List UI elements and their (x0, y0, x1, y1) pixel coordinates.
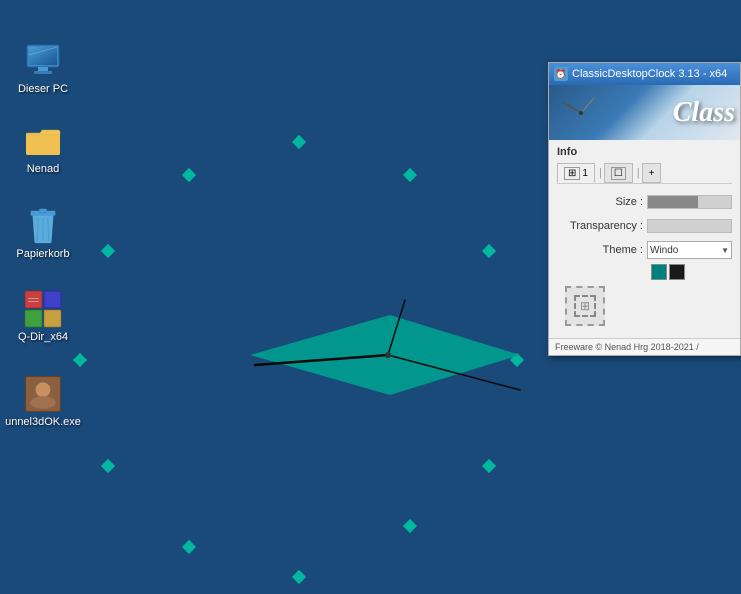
color-swatches (651, 264, 732, 280)
cdc-app-icon: ⏰ (554, 67, 568, 81)
tab-1-label: 1 (582, 168, 588, 179)
transparency-slider[interactable] (647, 219, 732, 233)
desktop-icon-label: Q-Dir_x64 (18, 331, 68, 344)
desktop-icon-qdir[interactable]: Q-Dir_x64 (8, 290, 78, 344)
transparency-field-row: Transparency : (557, 216, 732, 236)
color-swatch-dark[interactable] (669, 264, 685, 280)
desktop-icon-dieser-pc[interactable]: Dieser PC (8, 42, 78, 96)
diamond-decoration (292, 570, 306, 584)
diamond-decoration (403, 168, 417, 182)
funnel-icon (24, 375, 62, 413)
transparency-label: Transparency : (557, 220, 647, 232)
tab-separator-2: | (637, 167, 640, 179)
diamond-decoration (292, 135, 306, 149)
diamond-decoration (403, 519, 417, 533)
desktop-icon-label: Papierkorb (16, 248, 69, 261)
tab-bar: ⊞ 1 | ☐ | + (557, 163, 732, 184)
tab-1[interactable]: ⊞ 1 (557, 163, 595, 183)
diamond-decoration (101, 459, 115, 473)
desktop-icon-label: Nenad (27, 163, 59, 176)
cdc-window: ⏰ ClassicDesktopClock 3.13 - x64 Class I… (548, 62, 741, 356)
cdc-titlebar[interactable]: ⏰ ClassicDesktopClock 3.13 - x64 (549, 63, 740, 85)
placeholder-symbol: ⊞ (580, 299, 590, 313)
desktop-icon-label: Dieser PC (18, 83, 68, 96)
icon-placeholder-area: ⊞ (557, 286, 732, 326)
icon-placeholder-inner: ⊞ (574, 295, 596, 317)
theme-label: Theme : (557, 244, 647, 256)
tab-separator: | (599, 167, 602, 179)
color-swatch-teal[interactable] (651, 264, 667, 280)
diamond-decoration (182, 540, 196, 554)
size-field-row: Size : (557, 192, 732, 212)
qdir-icon (24, 290, 62, 328)
info-label: Info (557, 146, 732, 158)
theme-field-row: Theme : Windo ▼ (557, 240, 732, 260)
tab-2[interactable]: ☐ (604, 163, 633, 183)
desktop: Dieser PC Nenad Papierkorb (0, 0, 741, 594)
desktop-icon-funnel[interactable]: unnel3dOK.exe (8, 375, 78, 429)
desktop-icon-papierkorb[interactable]: Papierkorb (8, 207, 78, 261)
tab-add-label: + (649, 168, 655, 179)
diamond-decoration (101, 244, 115, 258)
banner-clock-svg (554, 88, 609, 138)
diamond-decoration (182, 168, 196, 182)
size-slider[interactable] (647, 195, 732, 209)
icon-placeholder[interactable]: ⊞ (565, 286, 605, 326)
diamond-decoration (73, 353, 87, 367)
diamond-decoration (482, 459, 496, 473)
folder-icon (24, 122, 62, 160)
footer-text: Freeware © Nenad Hrg 2018-2021 / (555, 342, 699, 352)
diamond-decoration (482, 244, 496, 258)
desktop-icon-label: unnel3dOK.exe (5, 416, 81, 429)
cdc-body: Info ⊞ 1 | ☐ | + Size : (549, 140, 740, 338)
monitor-icon (24, 42, 62, 80)
desktop-icon-nenad[interactable]: Nenad (8, 122, 78, 176)
desktop-clock-visual (140, 280, 530, 440)
size-label: Size : (557, 196, 647, 208)
dropdown-arrow-icon: ▼ (721, 246, 729, 255)
banner-title: Class (673, 97, 735, 129)
cdc-title: ClassicDesktopClock 3.13 - x64 (572, 68, 735, 80)
cdc-banner: Class (549, 85, 740, 140)
theme-value: Windo (650, 245, 678, 256)
cdc-footer: Freeware © Nenad Hrg 2018-2021 / (549, 338, 740, 355)
recycle-icon (24, 207, 62, 245)
theme-dropdown[interactable]: Windo ▼ (647, 241, 732, 259)
tab-add[interactable]: + (642, 163, 662, 183)
